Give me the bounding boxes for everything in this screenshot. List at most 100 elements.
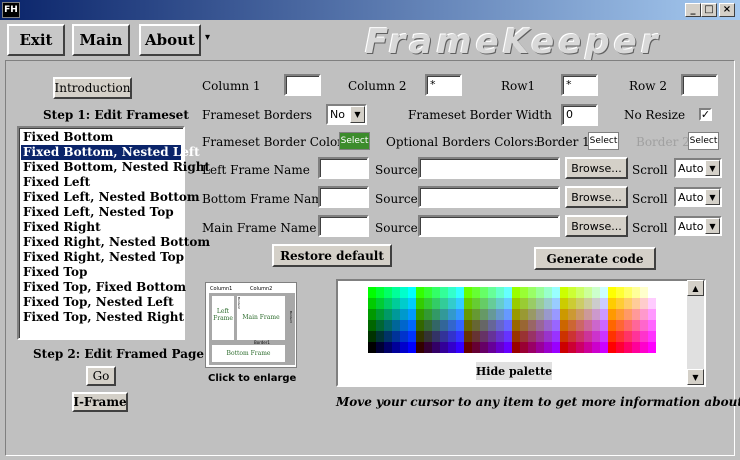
palette-swatch[interactable]: [528, 298, 536, 309]
palette-swatch[interactable]: [464, 320, 472, 331]
palette-swatch[interactable]: [480, 342, 488, 353]
palette-swatch[interactable]: [624, 342, 632, 353]
palette-swatch[interactable]: [576, 298, 584, 309]
palette-swatch[interactable]: [464, 298, 472, 309]
dropdown-arrow-icon[interactable]: ▼: [350, 106, 365, 123]
scroll-down-icon[interactable]: ▼: [687, 369, 704, 385]
palette-swatch[interactable]: [504, 287, 512, 298]
app-icon[interactable]: FH: [2, 2, 20, 18]
palette-swatch[interactable]: [576, 342, 584, 353]
list-item[interactable]: Fixed Top, Fixed Bottom: [21, 280, 186, 295]
palette-swatch[interactable]: [608, 298, 616, 309]
palette-swatch[interactable]: [480, 298, 488, 309]
source-input[interactable]: [418, 215, 560, 237]
palette-swatch[interactable]: [384, 342, 392, 353]
list-item[interactable]: Fixed Top, Nested Left: [21, 295, 181, 310]
palette-swatch[interactable]: [504, 298, 512, 309]
palette-swatch[interactable]: [440, 331, 448, 342]
list-item[interactable]: Fixed Bottom, Nested Left: [21, 145, 200, 160]
generate-code-button[interactable]: Generate code: [534, 247, 656, 270]
palette-swatch[interactable]: [608, 320, 616, 331]
about-dropdown-icon[interactable]: ▾: [205, 32, 210, 43]
palette-swatch[interactable]: [544, 320, 552, 331]
palette-swatch[interactable]: [584, 331, 592, 342]
palette-swatch[interactable]: [448, 298, 456, 309]
palette-swatch[interactable]: [552, 342, 560, 353]
palette-swatch[interactable]: [416, 287, 424, 298]
dropdown-arrow-icon[interactable]: ▼: [705, 160, 720, 176]
palette-swatch[interactable]: [392, 320, 400, 331]
palette-swatch[interactable]: [552, 298, 560, 309]
palette-swatch[interactable]: [392, 287, 400, 298]
palette-swatch[interactable]: [560, 298, 568, 309]
palette-swatch[interactable]: [496, 298, 504, 309]
palette-swatch[interactable]: [552, 309, 560, 320]
palette-swatch[interactable]: [464, 309, 472, 320]
introduction-button[interactable]: Introduction: [53, 77, 132, 99]
palette-swatch[interactable]: [488, 320, 496, 331]
palette-swatch[interactable]: [632, 342, 640, 353]
palette-swatch[interactable]: [376, 309, 384, 320]
palette-swatch[interactable]: [528, 320, 536, 331]
palette-swatch[interactable]: [576, 287, 584, 298]
palette-swatch[interactable]: [400, 309, 408, 320]
palette-swatch[interactable]: [584, 298, 592, 309]
palette-swatch[interactable]: [616, 309, 624, 320]
palette-swatch[interactable]: [552, 331, 560, 342]
palette-swatch[interactable]: [496, 287, 504, 298]
color-palette[interactable]: Hide palette: [336, 279, 706, 387]
border-width-input[interactable]: 0: [561, 104, 598, 126]
palette-swatch[interactable]: [640, 298, 648, 309]
palette-swatch[interactable]: [640, 342, 648, 353]
palette-swatch[interactable]: [560, 287, 568, 298]
source-input[interactable]: [418, 157, 560, 179]
palette-swatch[interactable]: [592, 287, 600, 298]
palette-swatch[interactable]: [464, 287, 472, 298]
scroll-select[interactable]: Auto ▼: [674, 216, 722, 236]
palette-swatch[interactable]: [424, 298, 432, 309]
dropdown-arrow-icon[interactable]: ▼: [705, 189, 720, 205]
palette-swatch[interactable]: [392, 309, 400, 320]
palette-swatch[interactable]: [416, 309, 424, 320]
palette-swatch[interactable]: [424, 331, 432, 342]
palette-swatch[interactable]: [528, 309, 536, 320]
palette-swatch[interactable]: [640, 309, 648, 320]
no-resize-checkbox[interactable]: ✓: [699, 108, 712, 121]
palette-swatch[interactable]: [400, 298, 408, 309]
palette-swatch[interactable]: [368, 298, 376, 309]
palette-swatch[interactable]: [504, 309, 512, 320]
palette-swatch[interactable]: [640, 320, 648, 331]
palette-swatch[interactable]: [456, 298, 464, 309]
palette-swatch[interactable]: [512, 331, 520, 342]
palette-swatch[interactable]: [560, 331, 568, 342]
border-color-select-button[interactable]: Select: [339, 132, 370, 150]
palette-swatch[interactable]: [608, 331, 616, 342]
palette-swatch[interactable]: [376, 331, 384, 342]
palette-swatch[interactable]: [536, 320, 544, 331]
palette-swatch[interactable]: [440, 309, 448, 320]
palette-swatch[interactable]: [648, 287, 656, 298]
palette-swatch[interactable]: [384, 298, 392, 309]
palette-swatch[interactable]: [624, 320, 632, 331]
palette-swatch[interactable]: [552, 320, 560, 331]
palette-swatch[interactable]: [472, 320, 480, 331]
palette-swatch[interactable]: [472, 342, 480, 353]
palette-swatch[interactable]: [544, 331, 552, 342]
palette-swatch[interactable]: [536, 309, 544, 320]
palette-swatch[interactable]: [632, 309, 640, 320]
palette-swatch[interactable]: [648, 331, 656, 342]
palette-swatch[interactable]: [592, 342, 600, 353]
list-item[interactable]: Fixed Left, Nested Bottom: [21, 190, 200, 205]
frameset-borders-select[interactable]: No ▼: [326, 104, 367, 125]
palette-swatch[interactable]: [464, 331, 472, 342]
palette-swatch[interactable]: [536, 298, 544, 309]
palette-swatch[interactable]: [400, 331, 408, 342]
palette-swatch[interactable]: [408, 331, 416, 342]
row1-input[interactable]: *: [561, 74, 598, 96]
palette-swatch[interactable]: [472, 309, 480, 320]
palette-swatch[interactable]: [624, 331, 632, 342]
close-button[interactable]: ×: [719, 3, 735, 17]
palette-swatch[interactable]: [592, 331, 600, 342]
palette-swatch[interactable]: [368, 287, 376, 298]
palette-swatch[interactable]: [520, 309, 528, 320]
